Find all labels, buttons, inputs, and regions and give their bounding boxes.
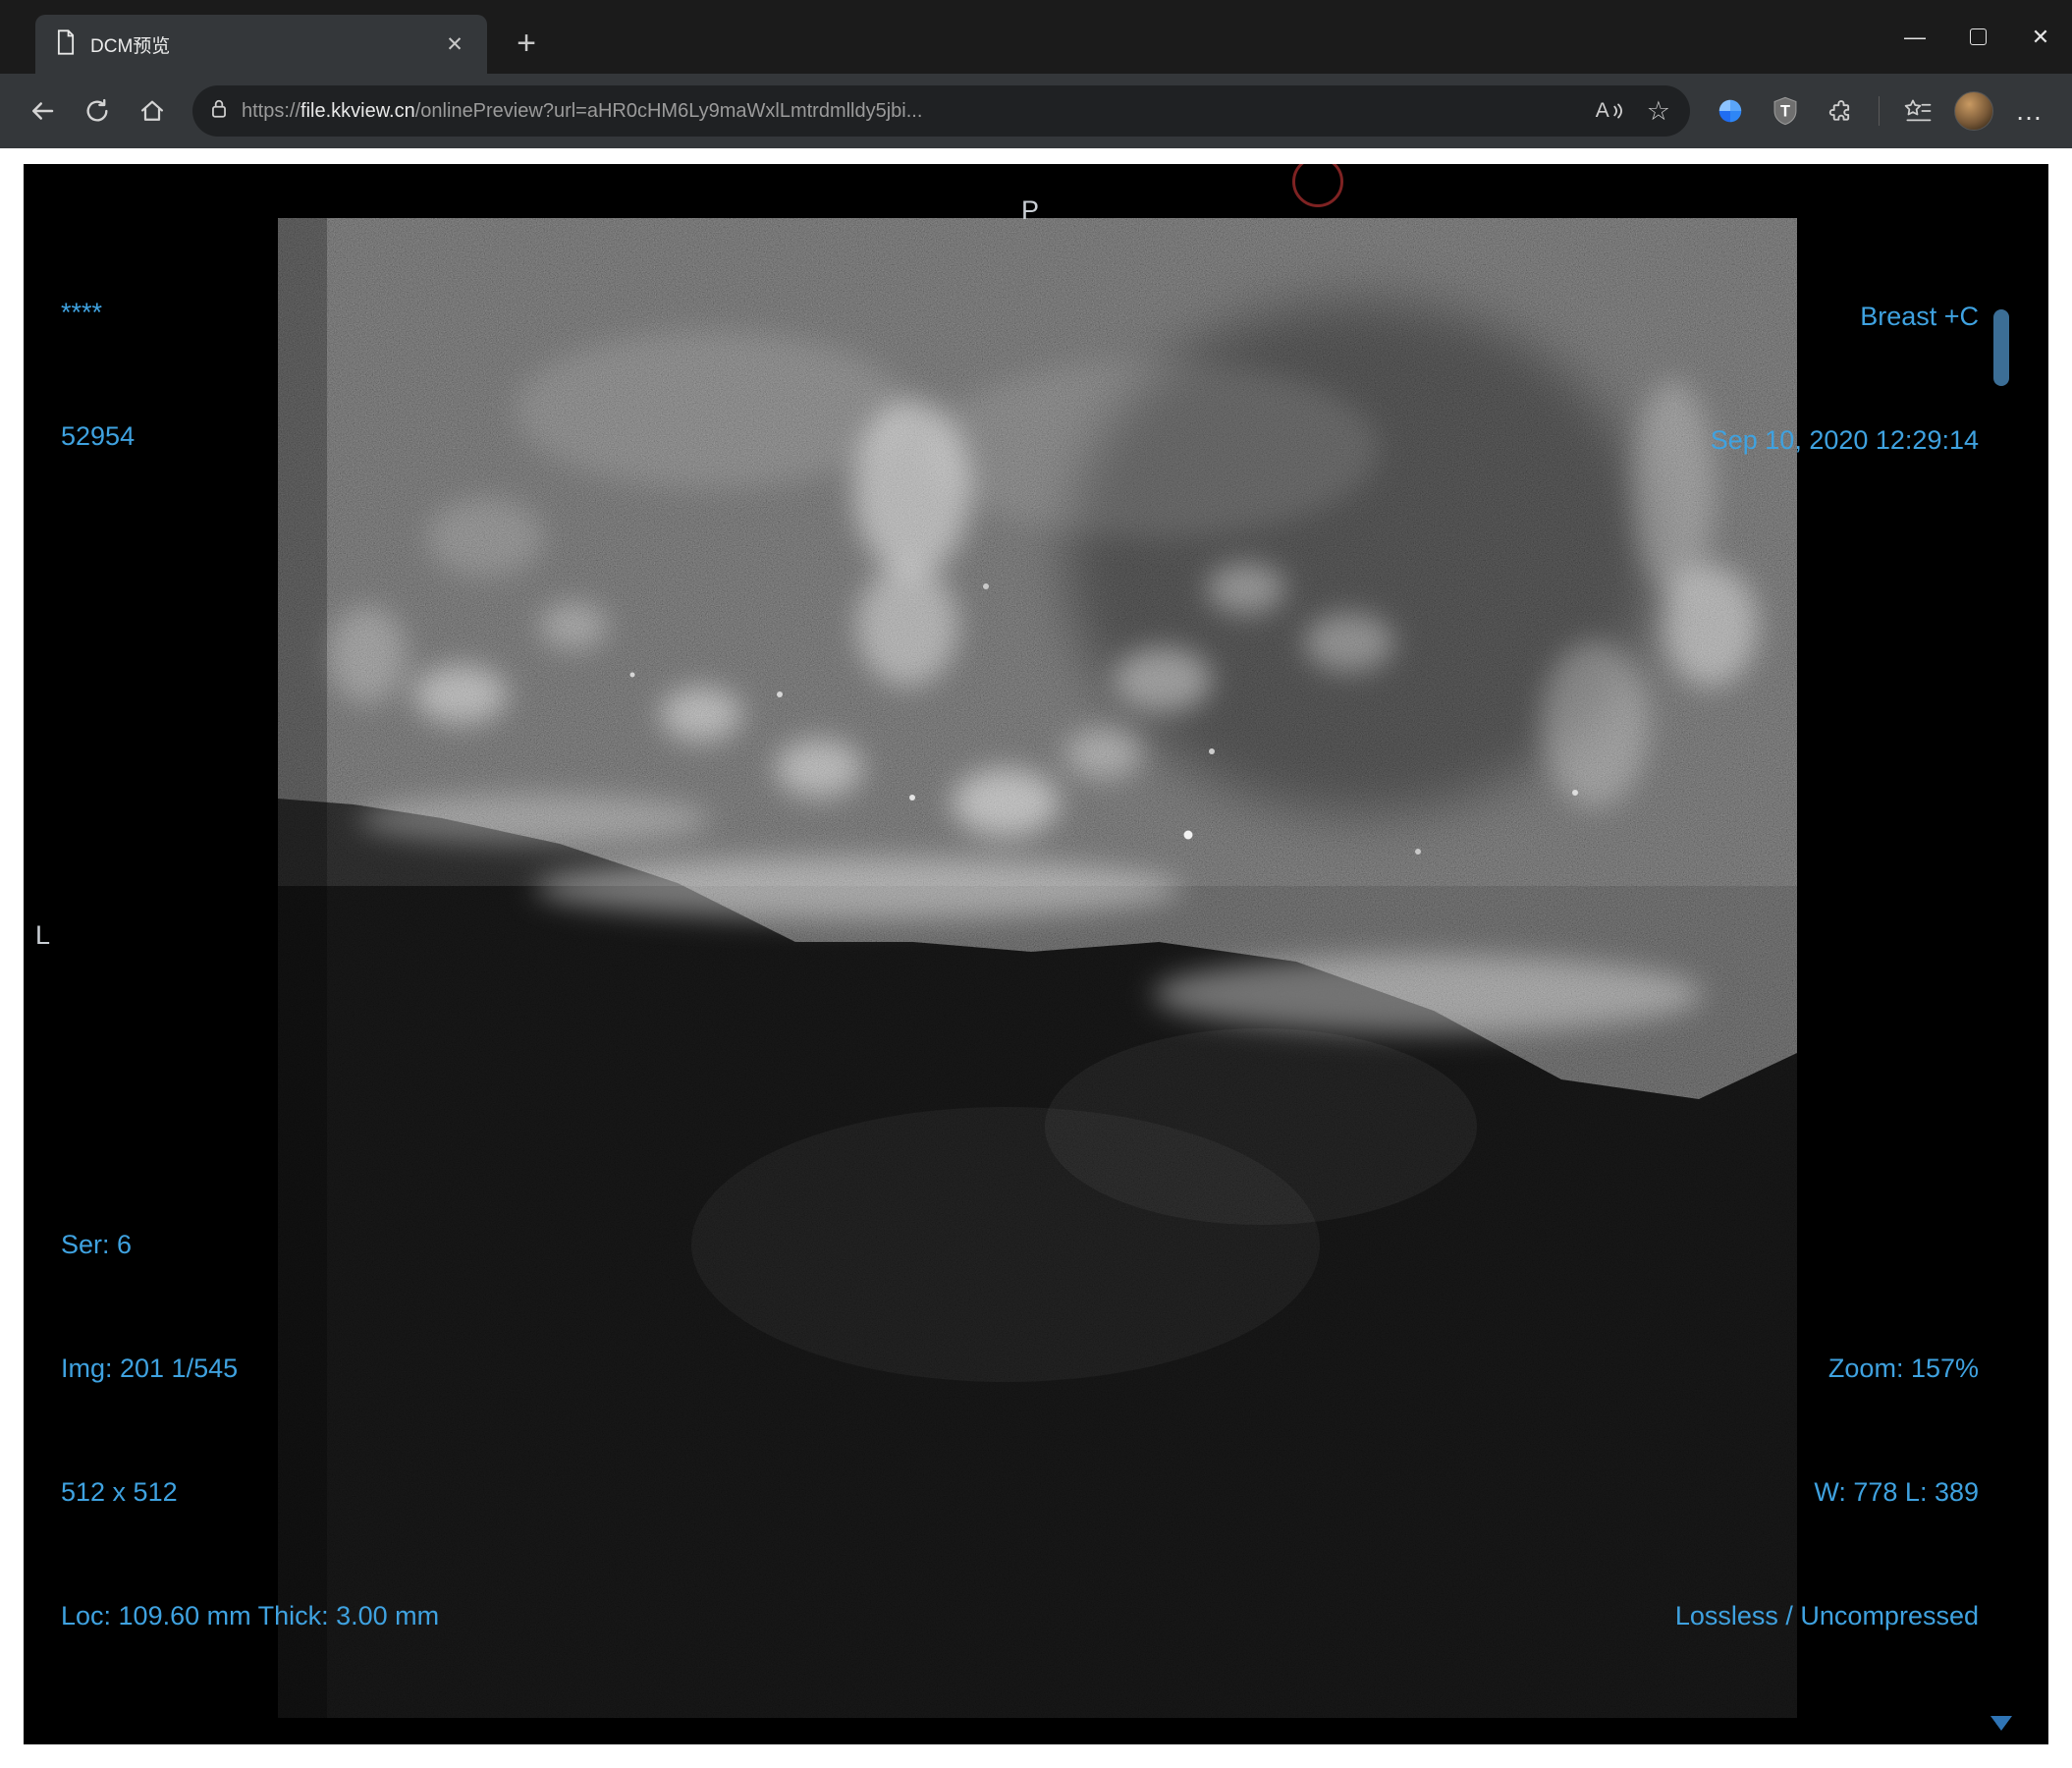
scroll-down-icon[interactable] — [1990, 1716, 2012, 1731]
title-bar: DCM预览 ✕ + — ✕ — [0, 0, 2072, 74]
tab-title: DCM预览 — [90, 35, 171, 57]
lock-icon[interactable] — [210, 98, 228, 125]
browser-tab[interactable]: DCM预览 ✕ — [35, 15, 487, 74]
refresh-icon — [86, 98, 108, 122]
maximize-button[interactable] — [1946, 0, 2009, 74]
profile-avatar[interactable] — [1954, 91, 1993, 131]
study-datetime: Sep 10, 2020 12:29:14 — [1710, 425, 1979, 455]
url-domain: file.kkview.cn — [300, 99, 415, 122]
tab-close-icon[interactable]: ✕ — [438, 28, 471, 61]
study-description: Breast +C — [1860, 302, 1979, 331]
patient-info-overlay: **** 52954 — [61, 209, 135, 539]
window-controls: — ✕ — [1883, 0, 2072, 74]
study-info-overlay: Breast +C Sep 10, 2020 12:29:14 — [1711, 213, 1979, 543]
orientation-marker-posterior: P — [1021, 195, 1040, 225]
maximize-icon — [1969, 28, 1987, 45]
patient-id: 52954 — [61, 421, 136, 451]
back-button[interactable] — [18, 86, 67, 136]
refresh-button[interactable] — [73, 86, 122, 136]
url-scheme: https:// — [242, 99, 301, 122]
page-content: **** 52954 P L Breast +C Sep 10, 2020 12… — [0, 148, 2072, 1768]
back-icon — [32, 102, 54, 120]
shield-letter: T — [1780, 102, 1790, 120]
zoom-level: Zoom: 157% — [1827, 1354, 1979, 1383]
orientation-marker-left: L — [35, 920, 51, 950]
favorites-bar-icon[interactable] — [1893, 86, 1942, 136]
minimize-button[interactable]: — — [1883, 0, 1946, 74]
shield-extension-icon[interactable]: T — [1761, 86, 1810, 136]
image-number: Img: 201 1/545 — [61, 1354, 239, 1383]
series-info-overlay: Ser: 6 Img: 201 1/545 512 x 512 Loc: 109… — [61, 1141, 439, 1719]
url-text: https://file.kkview.cn/onlinePreview?url… — [242, 100, 1574, 123]
navigation-bar: https://file.kkview.cn/onlinePreview?url… — [0, 74, 2072, 148]
series-number: Ser: 6 — [61, 1230, 133, 1259]
image-matrix: 512 x 512 — [61, 1477, 178, 1507]
home-button[interactable] — [128, 86, 177, 136]
url-path: /onlinePreview?url=aHR0cHM6Ly9maWxlLmtrd… — [414, 99, 923, 122]
browser-window: DCM预览 ✕ + — ✕ https://file.kkview.cn/onl… — [0, 0, 2072, 1768]
display-info-overlay: Zoom: 157% W: 778 L: 389 Lossless / Unco… — [1675, 1265, 1979, 1719]
window-level: W: 778 L: 389 — [1814, 1477, 1979, 1507]
address-bar-actions: A ☆ — [1588, 93, 1682, 129]
settings-more-icon[interactable]: … — [2005, 86, 2054, 136]
dicom-viewer[interactable]: **** 52954 P L Breast +C Sep 10, 2020 12… — [24, 164, 2048, 1744]
compression-info: Lossless / Uncompressed — [1674, 1601, 1979, 1630]
slice-location: Loc: 109.60 mm Thick: 3.00 mm — [61, 1601, 440, 1630]
sound-waves-icon — [1613, 103, 1622, 119]
extensions-icon[interactable] — [1816, 86, 1865, 136]
patient-name-masked: **** — [61, 298, 103, 327]
home-icon — [140, 100, 164, 121]
stack-scrollbar-thumb[interactable] — [1993, 309, 2009, 386]
add-favorite-icon[interactable]: ☆ — [1635, 94, 1682, 129]
new-tab-button[interactable]: + — [501, 19, 552, 70]
close-button[interactable]: ✕ — [2009, 0, 2072, 74]
address-bar[interactable]: https://file.kkview.cn/onlinePreview?url… — [192, 85, 1690, 137]
toolbar-divider — [1879, 96, 1880, 126]
read-aloud-icon: A — [1595, 99, 1609, 122]
split-screen-blue-icon[interactable] — [1706, 86, 1755, 136]
read-aloud-button[interactable]: A — [1588, 93, 1631, 129]
document-icon — [55, 28, 77, 60]
